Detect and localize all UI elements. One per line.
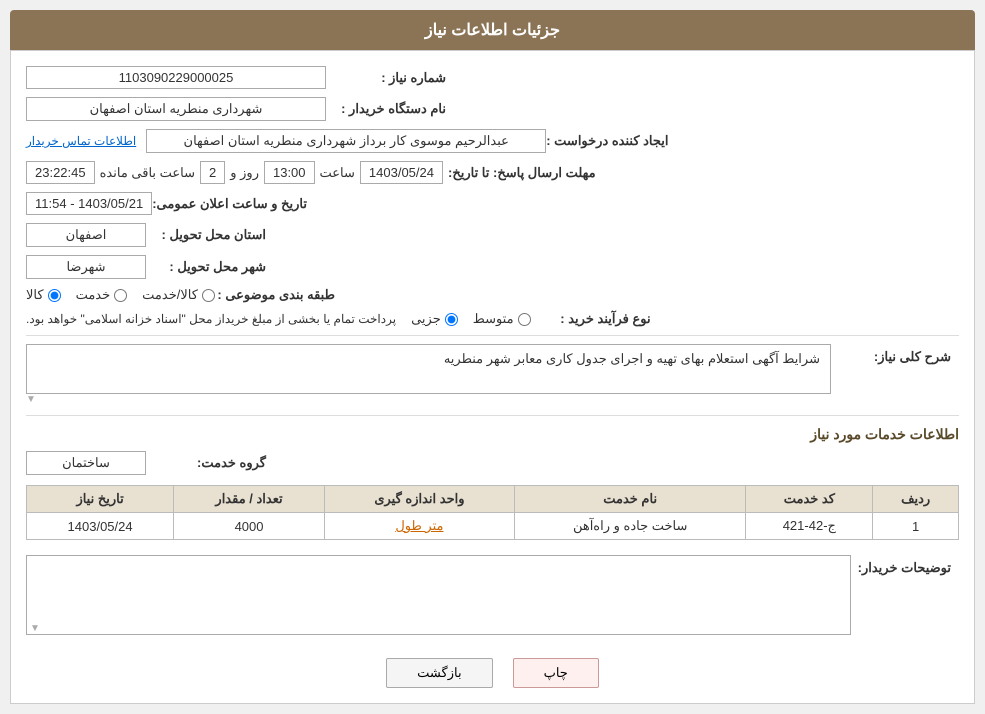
city-value: شهرضا xyxy=(26,255,146,279)
bottom-buttons: چاپ بازگشت xyxy=(26,658,959,688)
back-button[interactable]: بازگشت xyxy=(386,658,492,688)
category-label: طبقه بندی موضوعی : xyxy=(215,287,335,303)
buyer-desc-section: توضیحات خریدار: ▼ xyxy=(26,555,959,638)
services-section-title: اطلاعات خدمات مورد نیاز xyxy=(26,426,959,443)
remaining-label: ساعت باقی مانده xyxy=(100,165,195,181)
creator-value: عبدالرحیم موسوی کار برداز شهرداری منطریه… xyxy=(146,129,546,153)
services-table: ردیف کد خدمت نام خدمت واحد اندازه گیری ت… xyxy=(26,485,959,540)
services-table-section: ردیف کد خدمت نام خدمت واحد اندازه گیری ت… xyxy=(26,485,959,540)
buyer-row: نام دستگاه خریدار : شهرداری منطریه استان… xyxy=(26,97,959,121)
purchase-note: پرداخت تمام یا بخشی از مبلغ خریداز محل "… xyxy=(26,312,396,326)
category-option-goods-service[interactable]: کالا/خدمت xyxy=(142,287,215,303)
deadline-days-label: روز و xyxy=(230,165,259,181)
table-header-row: ردیف کد خدمت نام خدمت واحد اندازه گیری ت… xyxy=(27,486,959,513)
category-radio-service[interactable] xyxy=(114,289,127,302)
cell-unit[interactable]: متر طول xyxy=(324,513,514,540)
province-value: اصفهان xyxy=(26,223,146,247)
general-desc-container: شرایط آگهی استعلام بهای تهیه و اجرای جدو… xyxy=(26,344,831,405)
deadline-label: مهلت ارسال پاسخ: تا تاریخ: xyxy=(448,165,596,181)
deadline-time-label: ساعت xyxy=(320,165,355,181)
announce-row: تاریخ و ساعت اعلان عمومی: 1403/05/21 - 1… xyxy=(26,192,959,215)
creator-label: ایجاد کننده درخواست : xyxy=(546,133,668,149)
general-desc-value: شرایط آگهی استعلام بهای تهیه و اجرای جدو… xyxy=(26,344,831,394)
purchase-option-medium[interactable]: متوسط xyxy=(473,311,531,327)
cell-date-needed: 1403/05/24 xyxy=(27,513,174,540)
buyer-label: نام دستگاه خریدار : xyxy=(326,101,446,117)
deadline-date: 1403/05/24 xyxy=(360,161,443,184)
col-quantity: تعداد / مقدار xyxy=(174,486,325,513)
city-row: شهر محل تحویل : شهرضا xyxy=(26,255,959,279)
purchase-radio-minor[interactable] xyxy=(445,313,458,326)
deadline-row: مهلت ارسال پاسخ: تا تاریخ: 1403/05/24 سا… xyxy=(26,161,959,184)
purchase-radio-medium[interactable] xyxy=(518,313,531,326)
cell-quantity: 4000 xyxy=(174,513,325,540)
purchase-label-medium: متوسط xyxy=(473,311,514,327)
col-row-num: ردیف xyxy=(873,486,959,513)
col-service-name: نام خدمت xyxy=(514,486,745,513)
service-group-label: گروه خدمت: xyxy=(146,455,266,471)
category-option-goods[interactable]: کالا xyxy=(26,287,61,303)
deadline-days: 2 xyxy=(200,161,225,184)
deadline-time: 13:00 xyxy=(264,161,315,184)
cell-service-code: ج-42-421 xyxy=(746,513,873,540)
category-label-goods: کالا xyxy=(26,287,44,303)
category-label-goods-service: کالا/خدمت xyxy=(142,287,198,303)
city-label: شهر محل تحویل : xyxy=(146,259,266,275)
category-label-service: خدمت xyxy=(76,287,111,303)
page-header: جزئیات اطلاعات نیاز xyxy=(10,10,975,50)
remaining-time: 23:22:45 xyxy=(26,161,95,184)
service-group-row: گروه خدمت: ساختمان xyxy=(26,451,959,475)
buyer-desc-container: ▼ xyxy=(26,555,851,638)
purchase-type-radio-group: متوسط جزیی xyxy=(411,311,531,327)
purchase-type-label: نوع فرآیند خرید : xyxy=(531,311,651,327)
col-date-needed: تاریخ نیاز xyxy=(27,486,174,513)
contact-link[interactable]: اطلاعات تماس خریدار xyxy=(26,134,136,148)
print-button[interactable]: چاپ xyxy=(513,658,599,688)
service-group-value: ساختمان xyxy=(26,451,146,475)
purchase-option-minor[interactable]: جزیی xyxy=(411,311,458,327)
purchase-type-row: نوع فرآیند خرید : متوسط جزیی پرداخت تمام… xyxy=(26,311,959,327)
order-number-label: شماره نیاز : xyxy=(326,70,446,86)
announce-label: تاریخ و ساعت اعلان عمومی: xyxy=(152,196,307,212)
announce-value: 1403/05/21 - 11:54 xyxy=(26,192,152,215)
category-radio-goods[interactable] xyxy=(48,289,61,302)
category-option-service[interactable]: خدمت xyxy=(76,287,128,303)
category-row: طبقه بندی موضوعی : کالا/خدمت خدمت کالا xyxy=(26,287,959,303)
page-title: جزئیات اطلاعات نیاز xyxy=(425,22,560,39)
page-container: جزئیات اطلاعات نیاز شماره نیاز : 1103090… xyxy=(0,0,985,714)
province-row: استان محل تحویل : اصفهان xyxy=(26,223,959,247)
buyer-desc-label: توضیحات خریدار: xyxy=(851,555,951,576)
general-desc-row: شرح کلی نیاز: شرایط آگهی استعلام بهای ته… xyxy=(26,344,959,405)
category-radio-goods-service[interactable] xyxy=(202,289,215,302)
creator-row: ایجاد کننده درخواست : عبدالرحیم موسوی کا… xyxy=(26,129,959,153)
category-radio-group: کالا/خدمت خدمت کالا xyxy=(26,287,215,303)
general-desc-label: شرح کلی نیاز: xyxy=(831,349,951,365)
cell-row-num: 1 xyxy=(873,513,959,540)
purchase-label-minor: جزیی xyxy=(411,311,441,327)
buyer-desc-input[interactable] xyxy=(26,555,851,635)
order-number-value: 1103090229000025 xyxy=(26,66,326,89)
col-unit: واحد اندازه گیری xyxy=(324,486,514,513)
buyer-value: شهرداری منطریه استان اصفهان xyxy=(26,97,326,121)
col-service-code: کد خدمت xyxy=(746,486,873,513)
province-label: استان محل تحویل : xyxy=(146,227,266,243)
table-row: 1 ج-42-421 ساخت جاده و راه‌آهن متر طول 4… xyxy=(27,513,959,540)
cell-service-name: ساخت جاده و راه‌آهن xyxy=(514,513,745,540)
main-panel: شماره نیاز : 1103090229000025 نام دستگاه… xyxy=(10,50,975,704)
order-number-row: شماره نیاز : 1103090229000025 xyxy=(26,66,959,89)
